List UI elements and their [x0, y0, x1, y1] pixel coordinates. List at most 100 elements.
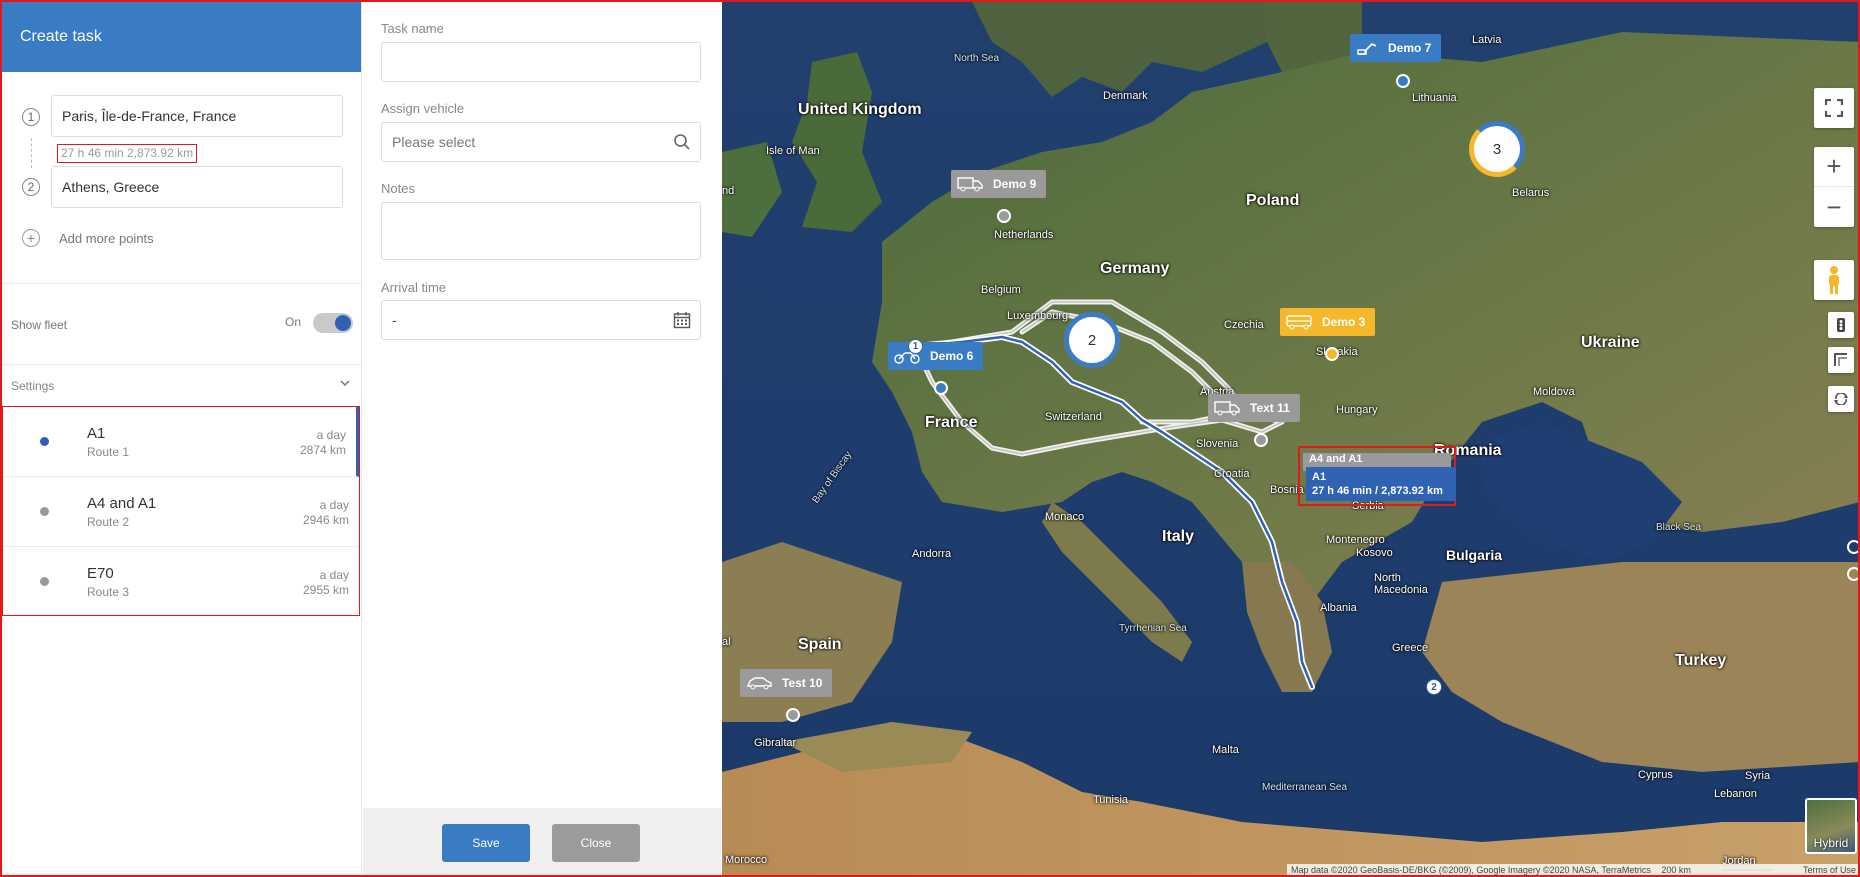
route-tooltip: A4 and A1 A1 27 h 46 min / 2,873.92 km: [1298, 446, 1456, 506]
map-label-switzerland: Switzerland: [1045, 411, 1102, 423]
street-view-pegman[interactable]: [1814, 260, 1854, 300]
route-duration: a day: [316, 428, 346, 442]
vehicle-cluster[interactable]: 3: [1469, 121, 1525, 177]
vehicle-demo6-position[interactable]: [934, 381, 948, 395]
bus-icon: [1286, 314, 1312, 330]
map-label-ireland-partial: nd: [722, 185, 735, 197]
map-view[interactable]: nd United Kingdom Isle of Man North Sea …: [722, 2, 1858, 875]
map-label-north-sea: North Sea: [954, 53, 1000, 64]
map-label-belgium: Belgium: [981, 284, 1021, 296]
map-label-tyrrhenian: Tyrrhenian Sea: [1119, 623, 1187, 634]
save-button[interactable]: Save: [442, 824, 530, 862]
map-attribution: Map data ©2020 GeoBasis-DE/BKG (©2009), …: [1287, 864, 1858, 875]
map-label-black-sea: Black Sea: [1656, 522, 1702, 533]
destination-input[interactable]: Athens, Greece: [51, 166, 343, 208]
route-dot: [40, 507, 49, 516]
fullscreen-button[interactable]: [1814, 88, 1854, 128]
truck-icon: [1214, 400, 1240, 416]
vehicle-demo3-position[interactable]: [1325, 347, 1339, 361]
route-option-2[interactable]: A4 and A1 Route 2 a day 2946 km: [3, 477, 359, 547]
map-label-ukraine: Ukraine: [1581, 334, 1640, 351]
route-duration: a day: [319, 498, 349, 512]
route-distance: 2955 km: [302, 583, 349, 597]
show-fleet-toggle[interactable]: [313, 313, 353, 333]
route-subtitle: Route 2: [87, 515, 130, 529]
route-tooltip-name: A1: [1312, 471, 1327, 483]
map-label-andorra: Andorra: [912, 548, 952, 560]
map-label-france: France: [925, 414, 978, 431]
refresh-icon: [1834, 393, 1848, 405]
map-label-syria: Syria: [1745, 770, 1771, 782]
vehicle-select[interactable]: Please select: [381, 122, 701, 162]
vehicle-demo9[interactable]: Demo 9: [951, 170, 1047, 198]
route-summary: 27 h 46 min 2,873.92 km: [57, 144, 198, 163]
route-name: E70: [87, 565, 114, 582]
map-label-luxembourg: Luxembourg: [1007, 310, 1069, 322]
route-start-marker[interactable]: 1: [908, 339, 923, 354]
zoom-out-button[interactable]: −: [1814, 187, 1854, 227]
arrival-time-label: Arrival time: [381, 280, 447, 295]
vehicle-cluster[interactable]: 2: [1064, 312, 1120, 368]
vehicle-demo3[interactable]: Demo 3: [1280, 308, 1376, 336]
map-label-uk: United Kingdom: [798, 101, 922, 118]
map-label-lithuania: Lithuania: [1412, 92, 1457, 104]
close-button[interactable]: Close: [552, 824, 640, 862]
show-fleet-label: Show fleet: [11, 318, 68, 332]
search-icon[interactable]: [673, 133, 691, 154]
task-name-input[interactable]: [381, 42, 701, 82]
vehicle-name: Text 11: [1250, 401, 1290, 415]
rotate-right-icon[interactable]: [1847, 567, 1858, 581]
vehicle-test10[interactable]: Test 10: [740, 669, 833, 697]
map-label-italy: Italy: [1162, 528, 1195, 545]
vehicle-name: Demo 3: [1322, 315, 1366, 329]
map-label-malta: Malta: [1212, 744, 1239, 756]
map-label-albania: Albania: [1320, 602, 1357, 614]
chevron-down-icon[interactable]: [340, 376, 350, 390]
route-tooltip-active: A1 27 h 46 min / 2,873.92 km: [1306, 467, 1456, 501]
map-label-montenegro: Montenegro: [1326, 534, 1385, 546]
route-dot: [40, 437, 49, 446]
notes-textarea[interactable]: [381, 202, 701, 260]
route-option-3[interactable]: E70 Route 3 a day 2955 km: [3, 547, 359, 617]
hybrid-label: Hybrid: [1813, 836, 1849, 850]
zoom-in-button[interactable]: +: [1814, 147, 1854, 187]
vehicle-demo7[interactable]: Demo 7: [1350, 34, 1442, 62]
task-name-label: Task name: [381, 21, 444, 36]
vehicle-test10-position[interactable]: [786, 708, 800, 722]
vehicle-text11-position[interactable]: [1254, 433, 1268, 447]
settings-label[interactable]: Settings: [11, 379, 54, 393]
origin-input[interactable]: Paris, Île-de-France, France: [51, 95, 343, 137]
route-dot: [40, 577, 49, 586]
route-subtitle: Route 1: [87, 445, 130, 459]
arrival-time-value: -: [392, 312, 397, 328]
ruler-icon: [1834, 353, 1847, 366]
route-name: A1: [87, 425, 106, 442]
rotate-left-icon[interactable]: [1847, 540, 1858, 554]
map-label-croatia: Croatia: [1214, 468, 1250, 480]
measure-tool-button[interactable]: [1828, 347, 1854, 373]
map-terrain: [722, 2, 1858, 875]
attribution-text: Map data ©2020 GeoBasis-DE/BKG (©2009), …: [1291, 865, 1651, 875]
add-more-points-button[interactable]: + Add more points: [22, 229, 154, 247]
map-type-hybrid-button[interactable]: Hybrid: [1805, 798, 1857, 854]
map-label-latvia: Latvia: [1472, 34, 1502, 46]
traffic-layer-button[interactable]: [1828, 312, 1854, 338]
route-option-1[interactable]: A1 Route 1 a day 2874 km: [3, 407, 359, 477]
point-2-marker: 2: [22, 178, 40, 196]
map-label-morocco: Morocco: [725, 854, 768, 866]
map-label-cyprus: Cyprus: [1638, 769, 1673, 781]
task-editor-app: Create task 1 Paris, Île-de-France, Fran…: [0, 0, 1860, 877]
vehicle-demo7-position[interactable]: [1396, 74, 1410, 88]
vehicle-demo6[interactable]: Demo 6: [888, 342, 984, 370]
vehicle-text11[interactable]: Text 11: [1208, 394, 1300, 422]
vehicle-name: Demo 6: [930, 349, 974, 363]
vehicle-label: Assign vehicle: [381, 101, 465, 116]
map-label-lebanon: Lebanon: [1714, 788, 1757, 800]
vehicle-demo9-position[interactable]: [997, 209, 1011, 223]
terms-link[interactable]: Terms of Use: [1803, 864, 1856, 875]
arrival-time-input[interactable]: -: [381, 300, 701, 340]
refresh-button[interactable]: [1828, 386, 1854, 412]
calendar-icon[interactable]: [673, 311, 691, 332]
route-end-marker[interactable]: 2: [1426, 679, 1442, 695]
truck-icon: [957, 176, 983, 192]
